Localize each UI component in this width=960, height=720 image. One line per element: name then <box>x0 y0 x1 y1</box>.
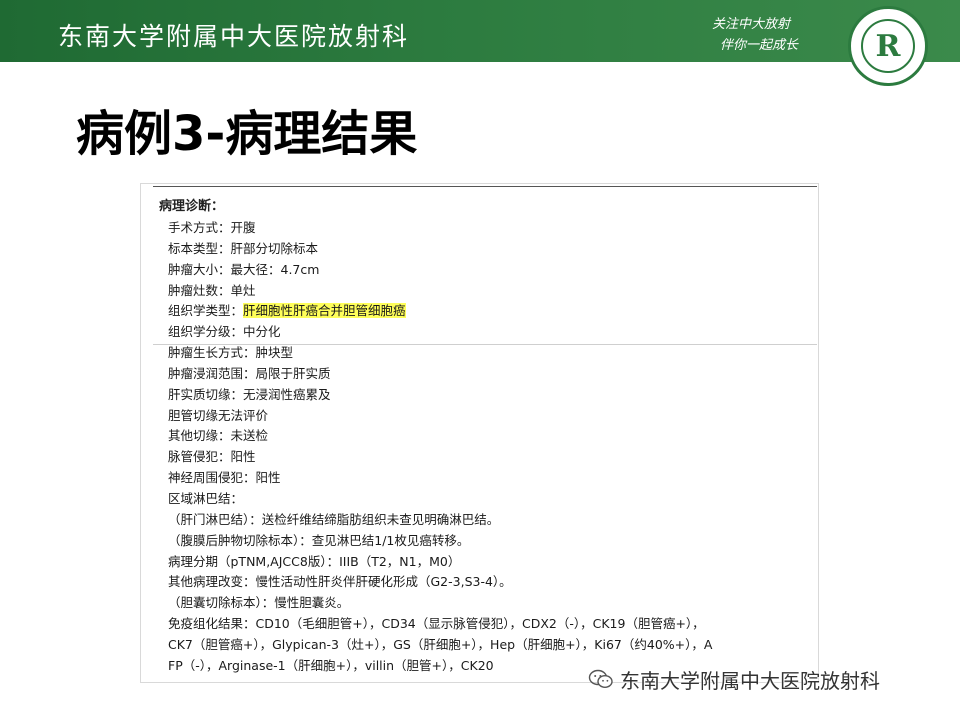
slogan-line-2: 伴你一起成长 <box>720 38 799 53</box>
report-line-text: 肿瘤灶数：单灶 <box>168 282 256 298</box>
report-line-text: 肿瘤大小：最大径：4.7cm <box>168 261 320 277</box>
header-banner: 东南大学附属中大医院放射科 关注中大放射 伴你一起成长 <box>0 0 960 62</box>
highlighted-diagnosis: 肝细胞性肝癌合并胆管细胞癌 <box>243 303 406 319</box>
report-line-text: 其他病理改变：慢性活动性肝炎伴肝硬化形成（G2-3,S3-4）。 <box>168 574 512 590</box>
report-line: 肝实质切缘：无浸润性癌累及 <box>168 385 818 406</box>
logo-emblem-icon: R <box>861 19 915 73</box>
report-line-text: 区域淋巴结： <box>168 490 244 506</box>
report-line: 肿瘤大小：最大径：4.7cm <box>168 260 818 281</box>
report-line-text: 神经周围侵犯：阳性 <box>168 470 281 486</box>
report-top-rule <box>153 186 817 187</box>
report-line-text: 脉管侵犯：阳性 <box>168 449 256 465</box>
watermark: 东南大学附属中大医院放射科 <box>588 664 880 694</box>
report-line: 脉管侵犯：阳性 <box>168 447 818 468</box>
report-line-text: 肿瘤生长方式：肿块型 <box>168 345 294 361</box>
hospital-logo: R <box>848 6 928 86</box>
report-line: 肿瘤浸润范围：局限于肝实质 <box>168 364 818 385</box>
report-line-text: （腹膜后肿物切除标本）：查见淋巴结1/1枚见癌转移。 <box>168 532 470 548</box>
report-line-text: 组织学分级：中分化 <box>168 324 281 340</box>
report-line-text: 病理分期（pTNM,AJCC8版）：IIIB（T2，N1，M0） <box>168 553 461 569</box>
report-line-text: （肝门淋巴结）：送检纤维结缔脂肪组织未查见明确淋巴结。 <box>168 511 500 527</box>
report-line: 手术方式：开腹 <box>168 218 818 239</box>
report-line: 神经周围侵犯：阳性 <box>168 468 818 489</box>
report-line: （肝门淋巴结）：送检纤维结缔脂肪组织未查见明确淋巴结。 <box>168 510 818 531</box>
report-line: （腹膜后肿物切除标本）：查见淋巴结1/1枚见癌转移。 <box>168 531 818 552</box>
report-line: 免疫组化结果：CD10（毛细胆管+），CD34（显示脉管侵犯），CDX2（-），… <box>168 614 818 635</box>
report-line: 病理分期（pTNM,AJCC8版）：IIIB（T2，N1，M0） <box>168 552 818 573</box>
report-line: 标本类型：肝部分切除标本 <box>168 239 818 260</box>
report-line: 其他切缘：未送检 <box>168 426 818 447</box>
report-line: 肿瘤灶数：单灶 <box>168 281 818 302</box>
report-line: （胆囊切除标本）：慢性胆囊炎。 <box>168 593 818 614</box>
pathology-report: 病理诊断： 手术方式：开腹标本类型：肝部分切除标本 肿瘤大小：最大径：4.7cm 肿… <box>140 183 819 683</box>
report-line-text: 肝实质切缘：无浸润性癌累及 <box>168 386 331 402</box>
report-line: 组织学分级：中分化 <box>168 322 818 343</box>
slide-title: 病例3-病理结果 <box>76 106 418 162</box>
report-line-text: 标本类型：肝部分切除标本 <box>168 240 319 256</box>
org-name: 东南大学附属中大医院放射科 <box>58 22 410 51</box>
report-line: 胆管切缘无法评价 <box>168 406 818 427</box>
report-line-text: 组织学类型： <box>168 303 244 319</box>
report-line: 组织学类型：肝细胞性肝癌合并胆管细胞癌 <box>168 301 818 322</box>
report-line: CK7（胆管癌+），Glypican-3（灶+），GS（肝细胞+），Hep（肝细… <box>168 635 818 656</box>
report-line-text: 肿瘤浸润范围：局限于肝实质 <box>168 365 331 381</box>
report-line: 其他病理改变：慢性活动性肝炎伴肝硬化形成（G2-3,S3-4）。 <box>168 572 818 593</box>
slogan-line-1: 关注中大放射 <box>712 17 791 32</box>
report-line-text: FP（-），Arginase-1（肝细胞+），villin（胆管+），CK20 <box>168 657 494 673</box>
report-line: 区域淋巴结： <box>168 489 818 510</box>
report-line-text: 其他切缘：未送检 <box>168 428 269 444</box>
wechat-icon <box>588 669 613 689</box>
report-lines: 手术方式：开腹标本类型：肝部分切除标本 肿瘤大小：最大径：4.7cm 肿瘤灶数：单灶… <box>168 218 818 677</box>
report-line-text: （胆囊切除标本）：慢性胆囊炎。 <box>168 595 350 611</box>
report-line: 肿瘤生长方式：肿块型 <box>168 343 818 364</box>
report-heading: 病理诊断： <box>159 199 225 214</box>
report-line-text: 免疫组化结果：CD10（毛细胆管+），CD34（显示脉管侵犯），CDX2（-），… <box>168 616 705 632</box>
report-line-text: CK7（胆管癌+），Glypican-3（灶+），GS（肝细胞+），Hep（肝细… <box>168 636 713 652</box>
slogan: 关注中大放射 伴你一起成长 <box>712 14 798 56</box>
watermark-text: 东南大学附属中大医院放射科 <box>620 668 880 693</box>
report-line-text: 手术方式：开腹 <box>168 220 256 235</box>
report-line-text: 胆管切缘无法评价 <box>168 407 269 423</box>
